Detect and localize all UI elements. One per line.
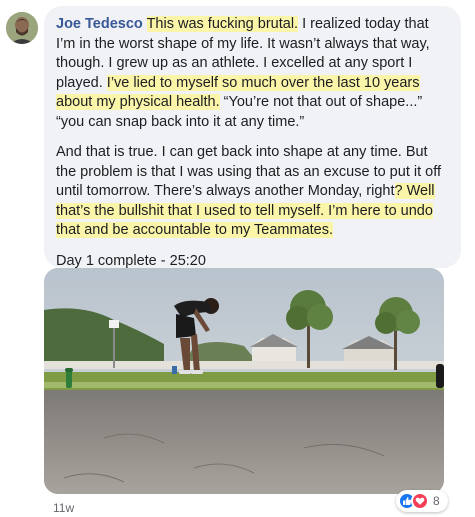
comment-text: Day 1 complete - 25:20 bbox=[56, 252, 206, 269]
comment-text: And that is true. I can get back into sh… bbox=[56, 144, 442, 199]
comment-body: Joe Tedesco This was fucking brutal. I r… bbox=[56, 15, 449, 302]
reaction-count: 8 bbox=[433, 494, 440, 508]
reactions-summary[interactable]: 8 bbox=[396, 490, 448, 512]
highlighted-text: This was fucking brutal. bbox=[146, 16, 299, 32]
love-icon bbox=[411, 492, 429, 510]
comment-photo[interactable] bbox=[44, 268, 444, 494]
comment-timestamp[interactable]: 11w bbox=[53, 501, 74, 515]
avatar[interactable] bbox=[6, 12, 38, 44]
comment-paragraph: And that is true. I can get back into sh… bbox=[56, 143, 449, 241]
comment-bubble: Joe Tedesco This was fucking brutal. I r… bbox=[44, 6, 461, 299]
author-name[interactable]: Joe Tedesco bbox=[56, 16, 143, 32]
comment-paragraph: Joe Tedesco This was fucking brutal. I r… bbox=[56, 15, 449, 132]
